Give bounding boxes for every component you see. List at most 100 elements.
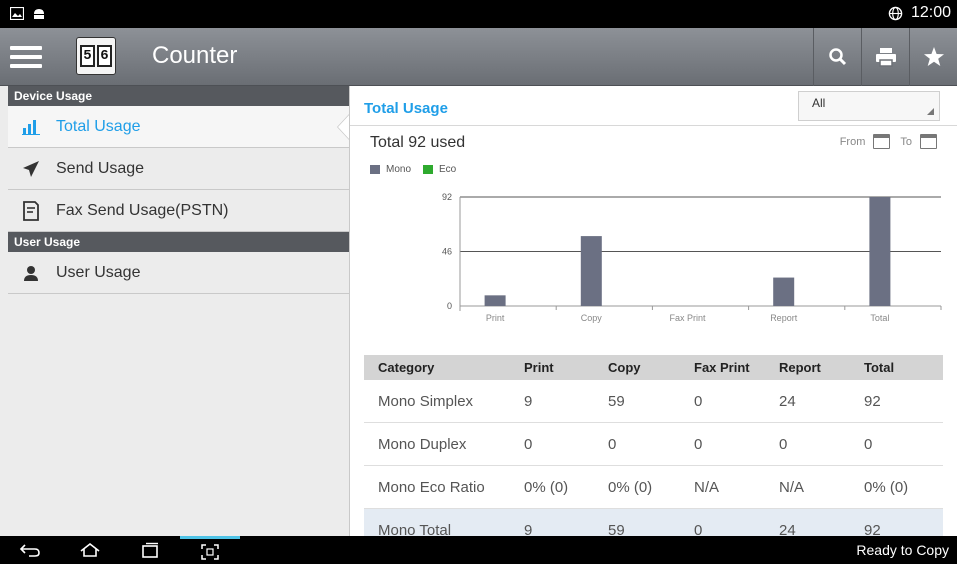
screenshot-icon — [201, 543, 219, 560]
legend-label: Mono — [386, 164, 412, 175]
sidebar: Device Usage Total Usage Send Usage Fax … — [8, 86, 350, 536]
sidebar-item-label: Send Usage — [56, 159, 145, 177]
x-tick-label: Fax Print — [669, 313, 706, 323]
recent-apps-icon — [142, 542, 158, 558]
y-tick-label: 92 — [442, 192, 452, 202]
table-cell: 0% (0) — [524, 478, 569, 496]
counter-digit: 5 — [80, 45, 95, 67]
globe-icon — [888, 6, 903, 20]
legend-swatch — [370, 165, 380, 174]
counter-digit: 6 — [97, 45, 112, 67]
from-calendar-icon[interactable] — [873, 134, 891, 149]
table-cell: 0 — [608, 435, 617, 453]
table-cell: 24 — [779, 392, 796, 410]
x-tick-label: Total — [870, 313, 889, 323]
table-header-row: Category Print Copy Fax Print Report Total — [364, 355, 943, 380]
sidebar-item-label: Total Usage — [56, 117, 141, 135]
sidebar-item-send-usage[interactable]: Send Usage — [8, 148, 349, 190]
table-cell: Mono Simplex — [378, 392, 474, 410]
search-button[interactable] — [813, 28, 861, 86]
menu-icon[interactable] — [10, 42, 42, 72]
table-row: Mono Eco Ratio 0% (0) 0% (0) N/A N/A 0% (0) — [364, 466, 943, 509]
to-label: To — [900, 135, 912, 148]
content-panel: Total Usage All Total 92 used From To Mo… — [350, 86, 957, 552]
bar-print — [484, 295, 506, 306]
sidebar-item-label: User Usage — [56, 263, 141, 281]
favorite-button[interactable] — [909, 28, 957, 86]
to-calendar-icon[interactable] — [920, 134, 937, 149]
y-tick-label: 46 — [442, 247, 452, 257]
legend-item-mono: Mono — [370, 164, 411, 175]
send-icon — [20, 158, 42, 180]
back-icon — [19, 544, 40, 557]
date-range: From To — [840, 134, 937, 149]
app-bar: 5 6 Counter — [0, 28, 957, 86]
table-cell: 0 — [694, 435, 703, 453]
table-cell: 0% (0) — [864, 478, 909, 496]
x-tick-label: Report — [770, 313, 798, 323]
table-cell: 0 — [779, 435, 788, 453]
search-icon — [828, 48, 846, 66]
filter-value: All — [812, 96, 826, 110]
dropdown-arrow-icon — [927, 108, 934, 115]
status-bar: 12:00 — [0, 0, 957, 28]
table-cell: 0 — [694, 392, 703, 410]
content-header: Total Usage All — [350, 86, 957, 126]
table-cell: 92 — [864, 392, 881, 410]
y-tick-label: 0 — [447, 301, 452, 311]
back-button[interactable] — [0, 536, 60, 564]
table-cell: 9 — [524, 392, 533, 410]
column-header: Category — [378, 360, 435, 375]
home-button[interactable] — [60, 536, 120, 564]
device-status: Ready to Copy — [856, 542, 949, 558]
sidebar-item-total-usage[interactable]: Total Usage — [8, 106, 350, 148]
home-icon — [80, 542, 100, 557]
column-header: Fax Print — [694, 360, 750, 375]
table-cell: 59 — [608, 392, 625, 410]
android-notification-icon — [34, 9, 44, 19]
column-header: Total — [864, 360, 895, 375]
table-cell: Mono Eco Ratio — [378, 478, 485, 496]
table-cell: N/A — [779, 478, 805, 496]
column-header: Report — [779, 360, 821, 375]
table-row: Mono Duplex 0 0 0 0 0 — [364, 423, 943, 466]
fax-document-icon — [20, 200, 42, 222]
usage-bar-chart: 0 46 92 Print Copy Fax Print Report Total — [442, 192, 942, 323]
x-tick-label: Print — [486, 313, 505, 323]
bar-chart-icon — [20, 116, 42, 138]
table-row: Mono Simplex 9 59 0 24 92 — [364, 380, 943, 423]
from-label: From — [839, 135, 866, 148]
bar-copy — [580, 236, 602, 306]
counter-app-icon: 5 6 — [76, 37, 116, 75]
filter-dropdown[interactable]: All — [798, 91, 940, 121]
column-header: Print — [524, 360, 554, 375]
print-button[interactable] — [861, 28, 909, 86]
bar-report — [773, 277, 795, 306]
image-notification-icon — [10, 7, 24, 20]
legend-item-eco: Eco — [423, 164, 456, 175]
table-cell: 0% (0) — [608, 478, 653, 496]
sidebar-section-header: Device Usage — [8, 86, 349, 106]
bar-total — [869, 197, 891, 306]
person-icon — [20, 262, 42, 284]
page-title: Counter — [152, 42, 238, 69]
recent-apps-button[interactable] — [120, 536, 180, 564]
sidebar-item-label: Fax Send Usage(PSTN) — [56, 201, 229, 219]
clock: 12:00 — [910, 4, 951, 21]
screenshot-button[interactable] — [180, 536, 240, 564]
table-cell: N/A — [694, 478, 720, 496]
column-header: Copy — [608, 360, 641, 375]
sidebar-item-fax-send-usage[interactable]: Fax Send Usage(PSTN) — [8, 190, 349, 232]
system-nav-bar: Ready to Copy — [0, 536, 957, 564]
table-cell: 0 — [864, 435, 873, 453]
usage-table: Category Print Copy Fax Print Report Total Mo… — [364, 355, 943, 552]
screen: 12:00 5 6 Counter Device Usage Total Usa… — [0, 0, 957, 564]
legend-label: Eco — [439, 164, 457, 175]
sidebar-section-header: User Usage — [8, 232, 349, 252]
print-icon — [875, 48, 896, 67]
table-cell: Mono Duplex — [378, 435, 467, 453]
legend-swatch — [423, 165, 434, 174]
sidebar-item-user-usage[interactable]: User Usage — [8, 252, 349, 294]
chart-legend: Mono Eco — [370, 164, 468, 175]
table-cell: 0 — [524, 435, 533, 453]
